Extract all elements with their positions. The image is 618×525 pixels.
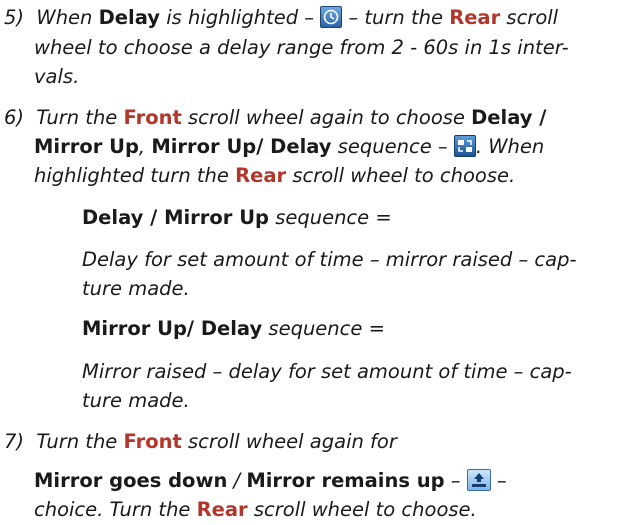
- step-6-line-3: highlighted turn the Rear scroll wheel t…: [34, 164, 516, 187]
- step-number: 6): [4, 106, 25, 129]
- sequence-1-desc-1: Delay for set amount of time – mirror ra…: [82, 248, 577, 271]
- sequence-1-desc-2: ture made.: [82, 277, 190, 300]
- sequence-1-heading: Delay / Mirror Up sequence =: [82, 206, 392, 229]
- rear-label: Rear: [449, 6, 501, 29]
- step-number: 5): [4, 6, 25, 29]
- mirror-down-label: Mirror goes down: [34, 469, 228, 492]
- mirror-remains-label: Mirror remains up: [246, 469, 445, 492]
- step-6-line-2: Mirror Up, Mirror Up/ Delay sequence – .…: [34, 135, 545, 158]
- front-label: Front: [123, 430, 182, 453]
- step-7-line-2: Mirror goes down / Mirror remains up – –: [34, 469, 507, 492]
- step-7-line-3: choice. Turn the Rear scroll wheel to ch…: [34, 498, 477, 521]
- rear-label: Rear: [235, 164, 287, 187]
- step-5-line-3: vals.: [34, 65, 80, 88]
- mirror-up-icon: [466, 469, 491, 491]
- step-5-line-1: 5) When Delay is highlighted – – turn th…: [4, 6, 559, 29]
- sequence-2-desc-2: ture made.: [82, 389, 190, 412]
- step-5-line-2: wheel to choose a delay range from 2 - 6…: [34, 36, 569, 59]
- sequence-icon: [453, 135, 476, 157]
- clock-icon: [320, 6, 343, 28]
- sequence-2-desc-1: Mirror raised – delay for set amount of …: [82, 360, 572, 383]
- delay-label: Delay: [98, 6, 160, 29]
- sequence-2-heading: Mirror Up/ Delay sequence =: [82, 317, 385, 340]
- step-number: 7): [4, 430, 25, 453]
- delay-mirror-label: Delay /: [471, 106, 547, 129]
- step-7-line-1: 7) Turn the Front scroll wheel again for: [4, 430, 397, 453]
- rear-label: Rear: [196, 498, 248, 521]
- step-6-line-1: 6) Turn the Front scroll wheel again to …: [4, 106, 547, 129]
- front-label: Front: [123, 106, 182, 129]
